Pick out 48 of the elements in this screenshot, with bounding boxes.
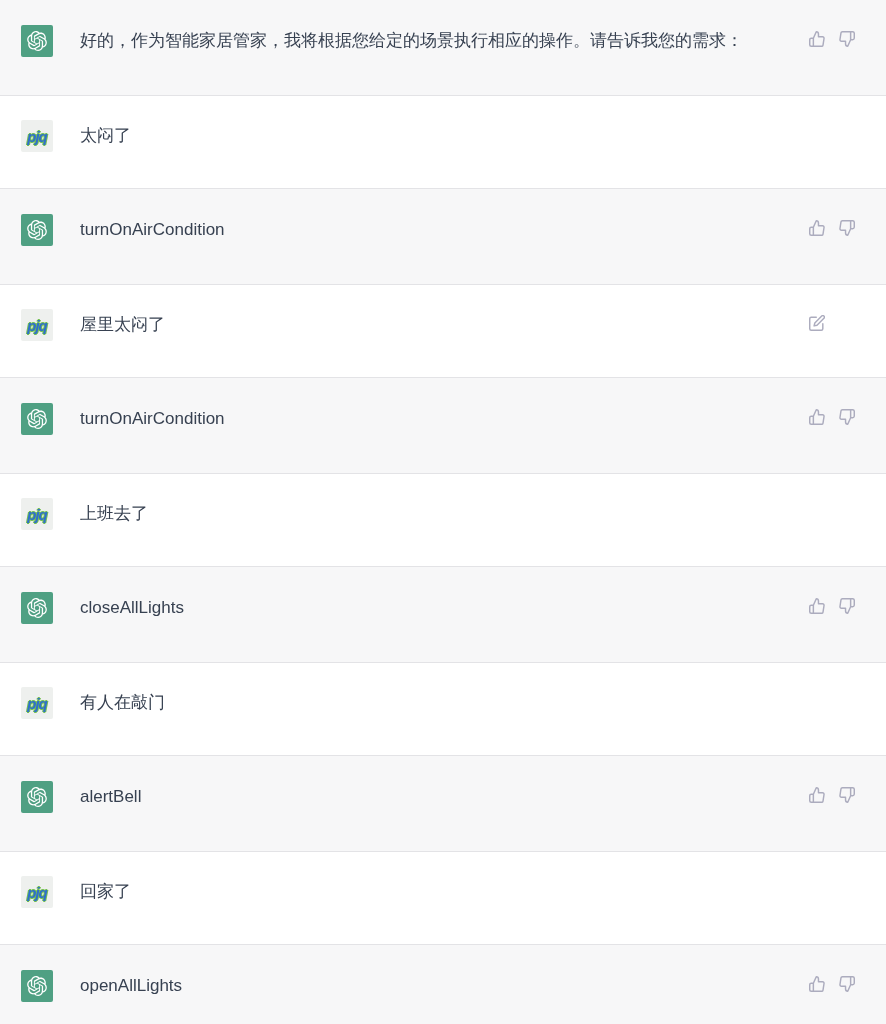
thumbs-down-icon	[839, 409, 855, 425]
assistant-avatar-icon	[21, 592, 53, 624]
thumbs-down-icon	[839, 598, 855, 614]
user-avatar-logo: pjq	[21, 309, 53, 341]
message-text: closeAllLights	[80, 597, 185, 619]
thumbs-up-button[interactable]	[808, 30, 826, 48]
edit-button[interactable]	[808, 314, 826, 332]
thumbs-down-icon	[839, 220, 855, 236]
thumbs-down-button[interactable]	[838, 30, 856, 48]
user-avatar-logo: pjq	[21, 498, 53, 530]
thumbs-up-button[interactable]	[808, 975, 826, 993]
thumbs-up-icon	[809, 787, 825, 803]
edit-icon	[809, 315, 825, 331]
thumbs-down-icon	[839, 787, 855, 803]
assistant-avatar-icon	[21, 214, 53, 246]
message-text: 上班去了	[80, 503, 149, 525]
thumbs-down-button[interactable]	[838, 975, 856, 993]
message-text: openAllLights	[80, 975, 184, 997]
assistant-avatar-icon	[21, 781, 53, 813]
message-text: turnOnAirCondition	[80, 408, 226, 430]
thumbs-up-button[interactable]	[808, 219, 826, 237]
assistant-avatar-icon	[21, 403, 53, 435]
user-avatar-logo: pjq	[21, 120, 53, 152]
assistant-avatar-icon	[21, 25, 53, 57]
thumbs-down-button[interactable]	[838, 219, 856, 237]
thumbs-up-icon	[809, 976, 825, 992]
message-text: alertBell	[80, 786, 143, 808]
assistant-avatar-icon	[21, 970, 53, 1002]
thumbs-down-button[interactable]	[838, 408, 856, 426]
thumbs-down-button[interactable]	[838, 597, 856, 615]
thumbs-down-icon	[839, 31, 855, 47]
thumbs-up-icon	[809, 31, 825, 47]
message-text: 太闷了	[80, 125, 132, 147]
user-avatar-logo: pjq	[21, 687, 53, 719]
thumbs-down-button[interactable]	[838, 786, 856, 804]
message-text: 好的，作为智能家居管家，我将根据您给定的场景执行相应的操作。请告诉我您的需求：	[80, 30, 744, 52]
message-text: 有人在敲门	[80, 692, 166, 714]
thumbs-up-icon	[809, 598, 825, 614]
thumbs-up-button[interactable]	[808, 786, 826, 804]
thumbs-down-icon	[839, 976, 855, 992]
thumbs-up-button[interactable]	[808, 408, 826, 426]
thumbs-up-button[interactable]	[808, 597, 826, 615]
message-text: 回家了	[80, 881, 132, 903]
message-text: turnOnAirCondition	[80, 219, 226, 241]
thumbs-up-icon	[809, 220, 825, 236]
message-text: 屋里太闷了	[80, 314, 166, 336]
thumbs-up-icon	[809, 409, 825, 425]
user-avatar-logo: pjq	[21, 876, 53, 908]
